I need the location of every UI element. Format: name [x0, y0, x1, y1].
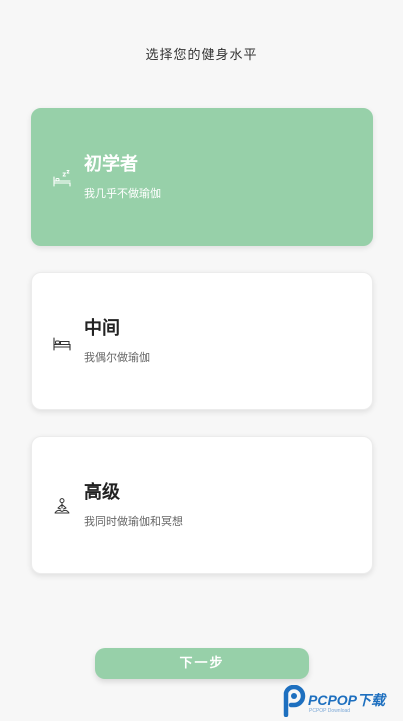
- level-description: 我同时做瑜伽和冥想: [84, 515, 183, 528]
- sleeping-bed-icon: [52, 169, 72, 189]
- level-card-advanced[interactable]: 高级 我同时做瑜伽和冥想: [31, 436, 373, 574]
- level-title: 高级: [84, 482, 120, 503]
- next-button[interactable]: 下一步: [95, 648, 309, 679]
- level-card-beginner[interactable]: 初学者 我几乎不做瑜伽: [31, 108, 373, 246]
- bed-icon: [52, 333, 72, 353]
- pcpop-logo-icon: [281, 684, 307, 718]
- level-title: 初学者: [84, 154, 138, 175]
- watermark-subtext: PCPOP Download: [309, 708, 351, 714]
- level-description: 我几乎不做瑜伽: [84, 187, 161, 200]
- level-title: 中间: [84, 318, 120, 339]
- page-title: 选择您的健身水平: [145, 48, 258, 63]
- level-description: 我偶尔做瑜伽: [84, 351, 150, 364]
- watermark-text: PCPOP下载: [308, 692, 386, 708]
- watermark: PCPOP下载 PCPOP Download: [281, 684, 401, 718]
- level-card-intermediate[interactable]: 中间 我偶尔做瑜伽: [31, 272, 373, 410]
- meditation-icon: [52, 497, 72, 517]
